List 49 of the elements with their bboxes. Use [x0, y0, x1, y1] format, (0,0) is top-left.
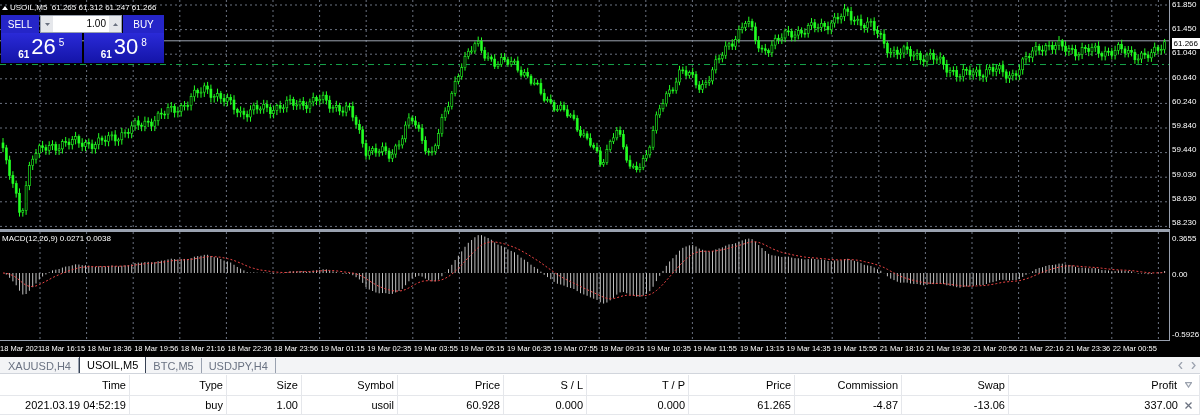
price-label: 60.640: [1172, 72, 1198, 83]
current-price-label: 61.266: [1171, 38, 1200, 49]
price-label: 59.030: [1172, 169, 1198, 180]
column-header[interactable]: Symbol: [357, 376, 394, 394]
column-header[interactable]: T / P: [661, 376, 685, 394]
table-cell-text: -13.06: [973, 397, 1005, 413]
table-cell-text: 0.000: [657, 397, 685, 413]
sell-button[interactable]: SELL: [1, 15, 39, 33]
indicator-label: 0.3655: [1172, 233, 1197, 245]
indicator-label: 0.00: [1172, 269, 1188, 281]
sort-icon[interactable]: [1185, 382, 1192, 388]
table-cell-text: 2021.03.19 04:52:19: [25, 397, 126, 413]
buy-button[interactable]: BUY: [123, 15, 164, 33]
chart-tab[interactable]: USDJPY,H4: [201, 358, 276, 373]
column-header[interactable]: Size: [276, 376, 298, 394]
table-cell-text: 1.00: [276, 397, 298, 413]
price-label: 58.230: [1172, 217, 1198, 228]
column-header[interactable]: Profit: [1151, 376, 1177, 394]
column-header[interactable]: Type: [199, 376, 223, 394]
column-header[interactable]: S / L: [560, 376, 583, 394]
table-cell-text: 337.00: [1144, 397, 1178, 413]
table-cell-text: 60.928: [466, 397, 500, 413]
up-arrow-icon[interactable]: [112, 22, 118, 26]
column-header[interactable]: Price: [474, 376, 500, 394]
triangle-icon[interactable]: [2, 6, 8, 10]
macd-label: MACD(12,26,9) 0.0271 0.0038: [2, 233, 111, 245]
column-header[interactable]: Swap: [977, 376, 1005, 394]
chart-tab[interactable]: XAUUSD,H4: [1, 358, 79, 373]
indicator-label: -0.5926: [1172, 329, 1200, 341]
column-header[interactable]: Price: [765, 376, 791, 394]
table-cell-text: 0.000: [555, 397, 583, 413]
table-cell-text: usoil: [371, 397, 394, 413]
chart-title: USOIL,M5 61.265 61.312 61.247 61.266: [10, 2, 157, 14]
column-header[interactable]: Time: [101, 376, 126, 394]
chart-tab[interactable]: BTC,M5: [146, 358, 202, 373]
price-label: 61.850: [1172, 0, 1198, 10]
down-arrow-icon[interactable]: [44, 22, 50, 26]
price-label: 58.630: [1172, 193, 1198, 204]
close-icon[interactable]: [1185, 401, 1192, 409]
table-cell-text: 61.265: [757, 397, 791, 413]
table-cell-text: -4.87: [872, 397, 898, 413]
table-cell-text: buy: [205, 397, 223, 413]
price-label: 61.040: [1172, 48, 1198, 59]
column-header[interactable]: Commission: [837, 376, 898, 394]
price-label: 60.240: [1172, 96, 1198, 107]
price-label: 61.450: [1172, 24, 1198, 35]
price-label: 59.440: [1172, 145, 1198, 156]
volume-field[interactable]: 1.00: [40, 15, 122, 33]
price-label: 59.840: [1172, 121, 1198, 132]
